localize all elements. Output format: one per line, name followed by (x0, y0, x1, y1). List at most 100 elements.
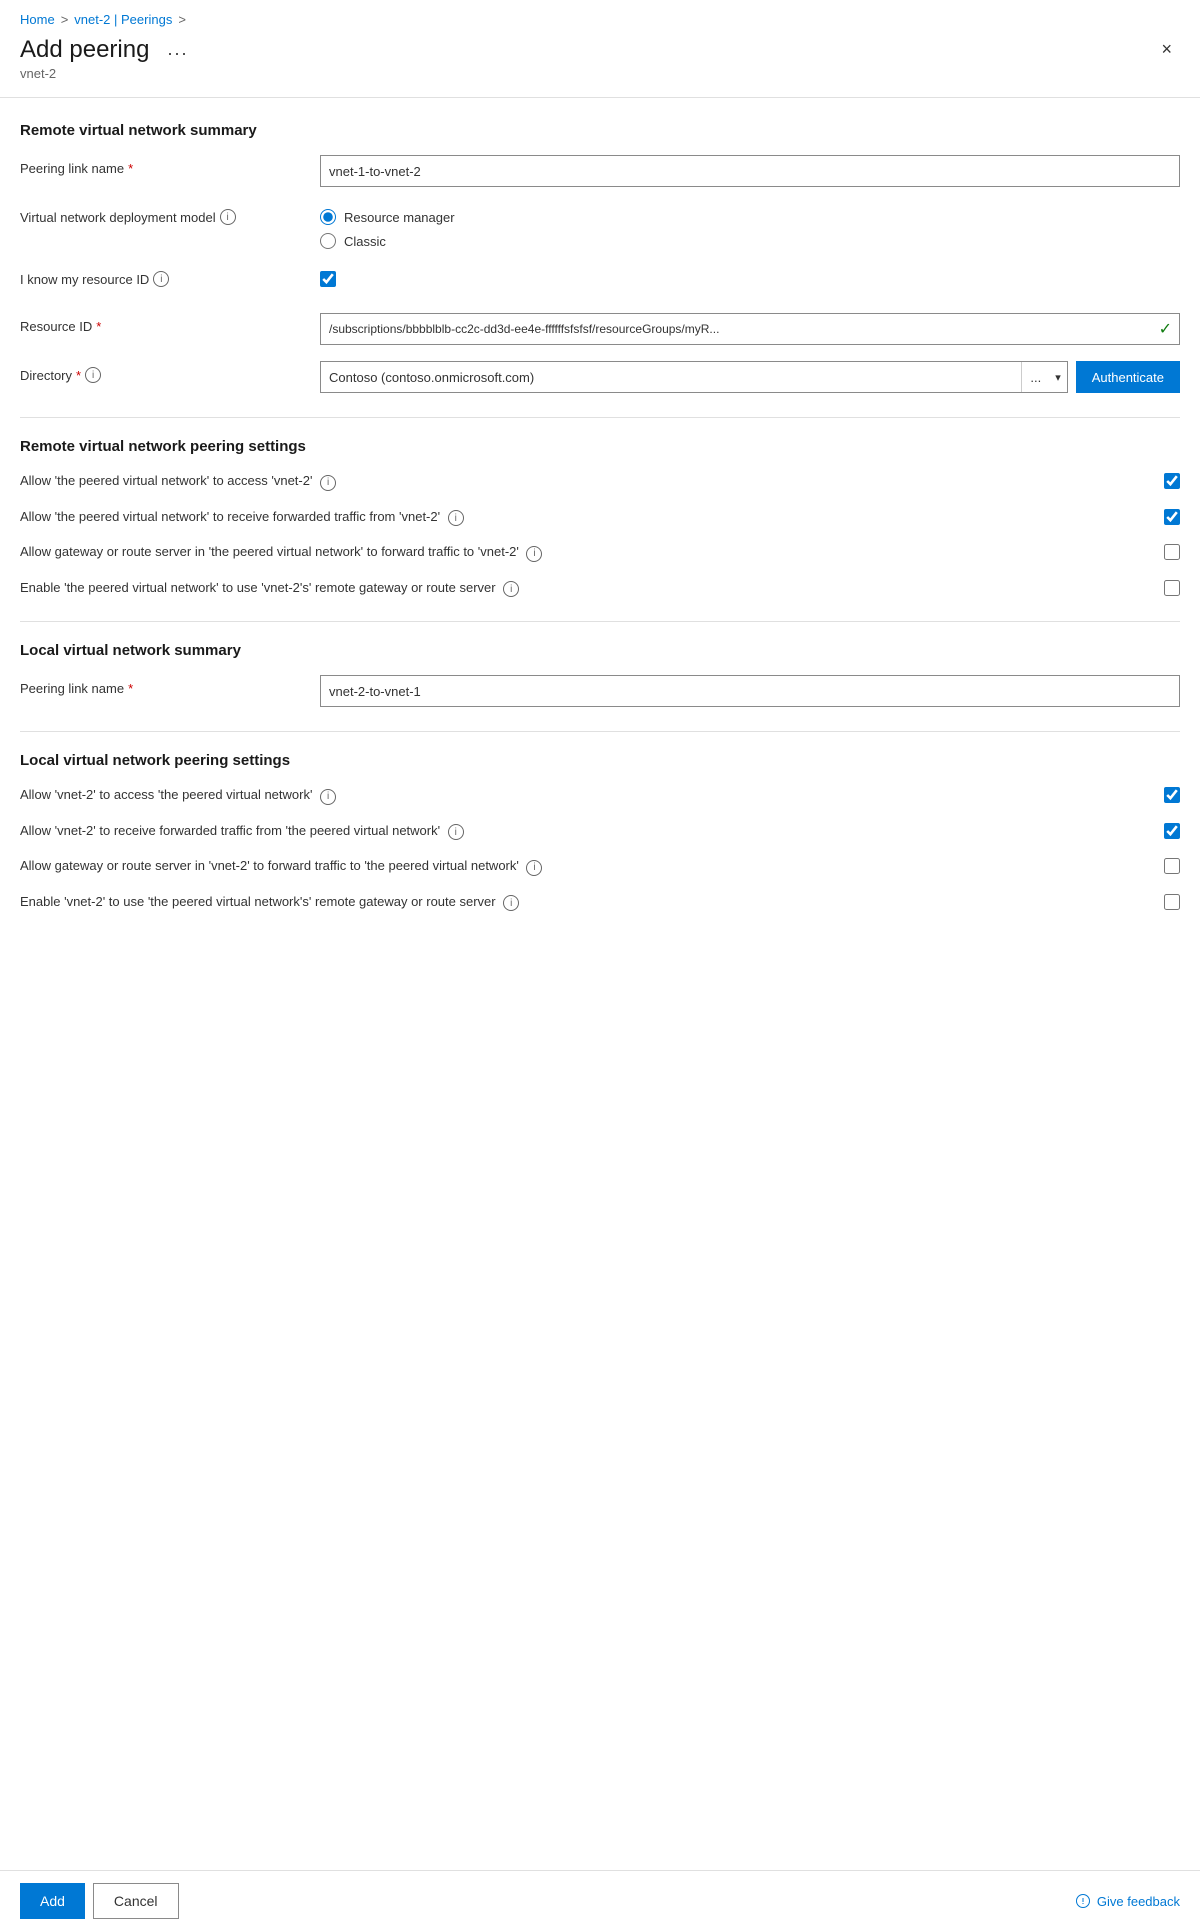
bottom-bar-left: Add Cancel (20, 1883, 179, 1919)
local-setting-1-info-icon[interactable]: i (320, 789, 336, 805)
close-button[interactable]: × (1153, 35, 1180, 64)
divider-1 (20, 417, 1180, 418)
remote-summary-title: Remote virtual network summary (20, 122, 1180, 139)
directory-actions: ... ▾ (1021, 362, 1066, 392)
remote-setting-3-info-icon[interactable]: i (526, 546, 542, 562)
remote-summary-section: Remote virtual network summary Peering l… (20, 122, 1180, 393)
feedback-link[interactable]: Give feedback (1075, 1893, 1180, 1909)
resource-id-input[interactable] (320, 313, 1180, 345)
local-setting-checkbox-3[interactable] (1164, 858, 1180, 874)
local-required-indicator: * (128, 681, 133, 696)
breadcrumb-home[interactable]: Home (20, 12, 55, 27)
local-setting-checkbox-4[interactable] (1164, 894, 1180, 910)
local-peering-link-name-control (320, 675, 1180, 707)
peering-link-name-control (320, 155, 1180, 187)
remote-setting-checkbox-4[interactable] (1164, 580, 1180, 596)
local-peering-section: Local virtual network peering settings A… (20, 752, 1180, 911)
deployment-model-info-icon[interactable]: i (220, 209, 236, 225)
local-setting-4-info-icon[interactable]: i (503, 895, 519, 911)
resource-id-row: Resource ID * ✓ (20, 313, 1180, 345)
directory-wrapper: Contoso (contoso.onmicrosoft.com) ... ▾ … (320, 361, 1180, 393)
remote-peering-section: Remote virtual network peering settings … (20, 438, 1180, 597)
local-setting-checkbox-1[interactable] (1164, 787, 1180, 803)
add-button[interactable]: Add (20, 1883, 85, 1919)
remote-setting-checkbox-1[interactable] (1164, 473, 1180, 489)
local-peering-link-name-label: Peering link name * (20, 675, 320, 696)
breadcrumb: Home > vnet-2 | Peerings > (0, 0, 1200, 35)
radio-classic-input[interactable] (320, 233, 336, 249)
page-header: Add peering ... × vnet-2 (0, 35, 1200, 98)
required-indicator: * (128, 161, 133, 176)
peering-link-name-row: Peering link name * (20, 155, 1180, 187)
directory-row: Directory * i Contoso (contoso.onmicroso… (20, 361, 1180, 393)
directory-select[interactable]: Contoso (contoso.onmicrosoft.com) (321, 362, 1021, 392)
local-setting-label-1: Allow 'vnet-2' to access 'the peered vir… (20, 785, 1164, 805)
know-resource-id-label: I know my resource ID i (20, 265, 320, 287)
directory-label: Directory * i (20, 361, 320, 383)
breadcrumb-vnet-peerings[interactable]: vnet-2 | Peerings (74, 12, 172, 27)
local-summary-title: Local virtual network summary (20, 642, 1180, 659)
local-setting-row-3: Allow gateway or route server in 'vnet-2… (20, 856, 1180, 876)
radio-classic[interactable]: Classic (320, 233, 1180, 249)
remote-setting-label-3: Allow gateway or route server in 'the pe… (20, 542, 1164, 562)
remote-setting-label-4: Enable 'the peered virtual network' to u… (20, 578, 1164, 598)
local-setting-label-4: Enable 'vnet-2' to use 'the peered virtu… (20, 892, 1164, 912)
local-peering-title: Local virtual network peering settings (20, 752, 1180, 769)
remote-setting-label-2: Allow 'the peered virtual network' to re… (20, 507, 1164, 527)
remote-setting-checkbox-2[interactable] (1164, 509, 1180, 525)
remote-setting-row-2: Allow 'the peered virtual network' to re… (20, 507, 1180, 527)
divider-3 (20, 731, 1180, 732)
bottom-bar: Add Cancel Give feedback (0, 1870, 1200, 1931)
know-resource-id-info-icon[interactable]: i (153, 271, 169, 287)
remote-setting-row-1: Allow 'the peered virtual network' to ac… (20, 471, 1180, 491)
local-summary-section: Local virtual network summary Peering li… (20, 642, 1180, 707)
local-peering-link-name-input[interactable] (320, 675, 1180, 707)
resource-id-check-icon: ✓ (1159, 319, 1172, 339)
directory-control: Contoso (contoso.onmicrosoft.com) ... ▾ … (320, 361, 1180, 393)
peering-link-name-input[interactable] (320, 155, 1180, 187)
authenticate-button[interactable]: Authenticate (1076, 361, 1180, 393)
know-resource-id-row: I know my resource ID i (20, 265, 1180, 297)
local-setting-row-2: Allow 'vnet-2' to receive forwarded traf… (20, 821, 1180, 841)
peering-link-name-label: Peering link name * (20, 155, 320, 176)
directory-select-wrapper: Contoso (contoso.onmicrosoft.com) ... ▾ (320, 361, 1068, 393)
resource-id-control: ✓ (320, 313, 1180, 345)
local-setting-label-3: Allow gateway or route server in 'vnet-2… (20, 856, 1164, 876)
local-setting-2-info-icon[interactable]: i (448, 824, 464, 840)
remote-setting-label-1: Allow 'the peered virtual network' to ac… (20, 471, 1164, 491)
radio-classic-label: Classic (344, 234, 386, 249)
remote-setting-1-info-icon[interactable]: i (320, 475, 336, 491)
feedback-icon (1075, 1893, 1091, 1909)
resource-id-label: Resource ID * (20, 313, 320, 334)
remote-setting-checkbox-3[interactable] (1164, 544, 1180, 560)
radio-resource-manager-input[interactable] (320, 209, 336, 225)
directory-ellipsis-button[interactable]: ... (1022, 362, 1049, 392)
cancel-button[interactable]: Cancel (93, 1883, 179, 1919)
directory-chevron-button[interactable]: ▾ (1049, 362, 1067, 392)
local-peering-link-name-row: Peering link name * (20, 675, 1180, 707)
know-resource-id-checkbox[interactable] (320, 271, 336, 287)
know-resource-id-control (320, 265, 1180, 287)
local-setting-3-info-icon[interactable]: i (526, 860, 542, 876)
radio-resource-manager[interactable]: Resource manager (320, 209, 1180, 225)
directory-info-icon[interactable]: i (85, 367, 101, 383)
bottom-spacer (20, 927, 1180, 1007)
feedback-label: Give feedback (1097, 1894, 1180, 1909)
more-options-button[interactable]: ... (159, 35, 196, 64)
local-setting-label-2: Allow 'vnet-2' to receive forwarded traf… (20, 821, 1164, 841)
breadcrumb-sep-2: > (178, 12, 186, 27)
know-resource-id-checkbox-wrapper (320, 265, 1180, 287)
remote-setting-2-info-icon[interactable]: i (448, 510, 464, 526)
page-title: Add peering (20, 36, 149, 64)
local-setting-checkbox-2[interactable] (1164, 823, 1180, 839)
local-setting-row-4: Enable 'vnet-2' to use 'the peered virtu… (20, 892, 1180, 912)
local-setting-row-1: Allow 'vnet-2' to access 'the peered vir… (20, 785, 1180, 805)
remote-setting-4-info-icon[interactable]: i (503, 581, 519, 597)
remote-peering-title: Remote virtual network peering settings (20, 438, 1180, 455)
divider-2 (20, 621, 1180, 622)
deployment-model-row: Virtual network deployment model i Resou… (20, 203, 1180, 249)
resource-id-wrapper: ✓ (320, 313, 1180, 345)
deployment-model-radio-group: Resource manager Classic (320, 203, 1180, 249)
remote-setting-row-4: Enable 'the peered virtual network' to u… (20, 578, 1180, 598)
deployment-model-label: Virtual network deployment model i (20, 203, 320, 225)
